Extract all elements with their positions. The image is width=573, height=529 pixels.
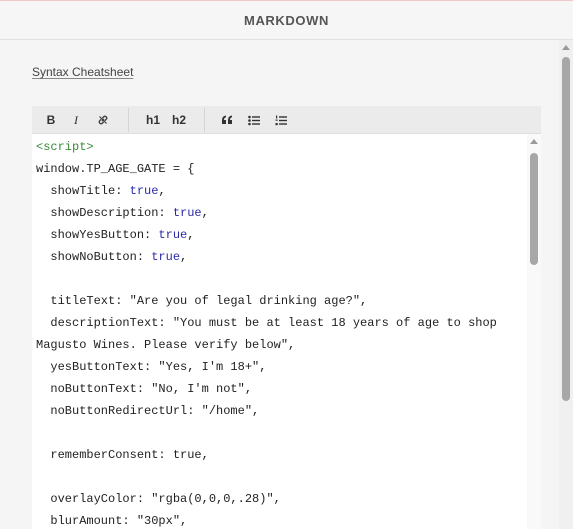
- code-line: window.TP_AGE_GATE = {: [36, 162, 195, 176]
- code-line: overlayColor: "rgba(0,0,0,.28)",: [36, 492, 281, 506]
- heading-2-button[interactable]: h2: [169, 109, 189, 131]
- code-line: yesButtonText: "Yes, I'm 18+",: [36, 360, 267, 374]
- syntax-cheatsheet-link[interactable]: Syntax Cheatsheet: [32, 65, 133, 79]
- panel-scrollbar[interactable]: [559, 40, 573, 529]
- italic-icon: I: [74, 112, 78, 127]
- code-line: showTitle: true,: [36, 184, 166, 198]
- heading-1-button[interactable]: h1: [143, 109, 163, 131]
- code-line: Magusto Wines. Please verify below",: [36, 338, 296, 352]
- bold-button[interactable]: B: [42, 109, 60, 131]
- code-line: <script>: [36, 140, 94, 154]
- link-button[interactable]: [94, 109, 112, 131]
- code-line: rememberConsent: true,: [36, 448, 209, 462]
- italic-button[interactable]: I: [67, 109, 85, 131]
- scroll-up-icon[interactable]: [530, 139, 538, 144]
- toolbar-divider: [204, 108, 205, 132]
- code-line: noButtonText: "No, I'm not",: [36, 382, 253, 396]
- h2-label: h2: [171, 113, 186, 127]
- quote-button[interactable]: [218, 109, 236, 131]
- editor-scrollbar-thumb[interactable]: [530, 153, 538, 265]
- editor-scrollbar[interactable]: [527, 134, 541, 529]
- code-line: descriptionText: "You must be at least 1…: [36, 316, 497, 330]
- bullet-list-button[interactable]: [245, 109, 263, 131]
- quote-icon: [222, 115, 232, 124]
- code-line: noButtonRedirectUrl: "/home",: [36, 404, 260, 418]
- scroll-up-icon[interactable]: [562, 45, 570, 50]
- link-icon: [98, 115, 108, 125]
- h1-label: h1: [145, 113, 160, 127]
- markdown-editor: B I h1 h2 <script> window.TP_AGE_GATE = …: [32, 106, 541, 529]
- panel-header: MARKDOWN: [0, 1, 573, 40]
- code-line: blurAmount: "30px",: [36, 514, 188, 528]
- bold-icon: B: [46, 113, 56, 127]
- code-line: titleText: "Are you of legal drinking ag…: [36, 294, 368, 308]
- bullet-list-icon: [248, 115, 260, 125]
- code-line: showDescription: true,: [36, 206, 209, 220]
- panel-scrollbar-thumb[interactable]: [562, 57, 570, 401]
- code-textarea[interactable]: <script> window.TP_AGE_GATE = { showTitl…: [32, 134, 527, 529]
- code-line: showYesButton: true,: [36, 228, 195, 242]
- editor-toolbar: B I h1 h2: [32, 106, 541, 134]
- toolbar-divider: [128, 108, 129, 132]
- numbered-list-button[interactable]: [272, 109, 290, 131]
- numbered-list-icon: [275, 115, 287, 125]
- code-line: showNoButton: true,: [36, 250, 188, 264]
- panel-title: MARKDOWN: [244, 12, 329, 28]
